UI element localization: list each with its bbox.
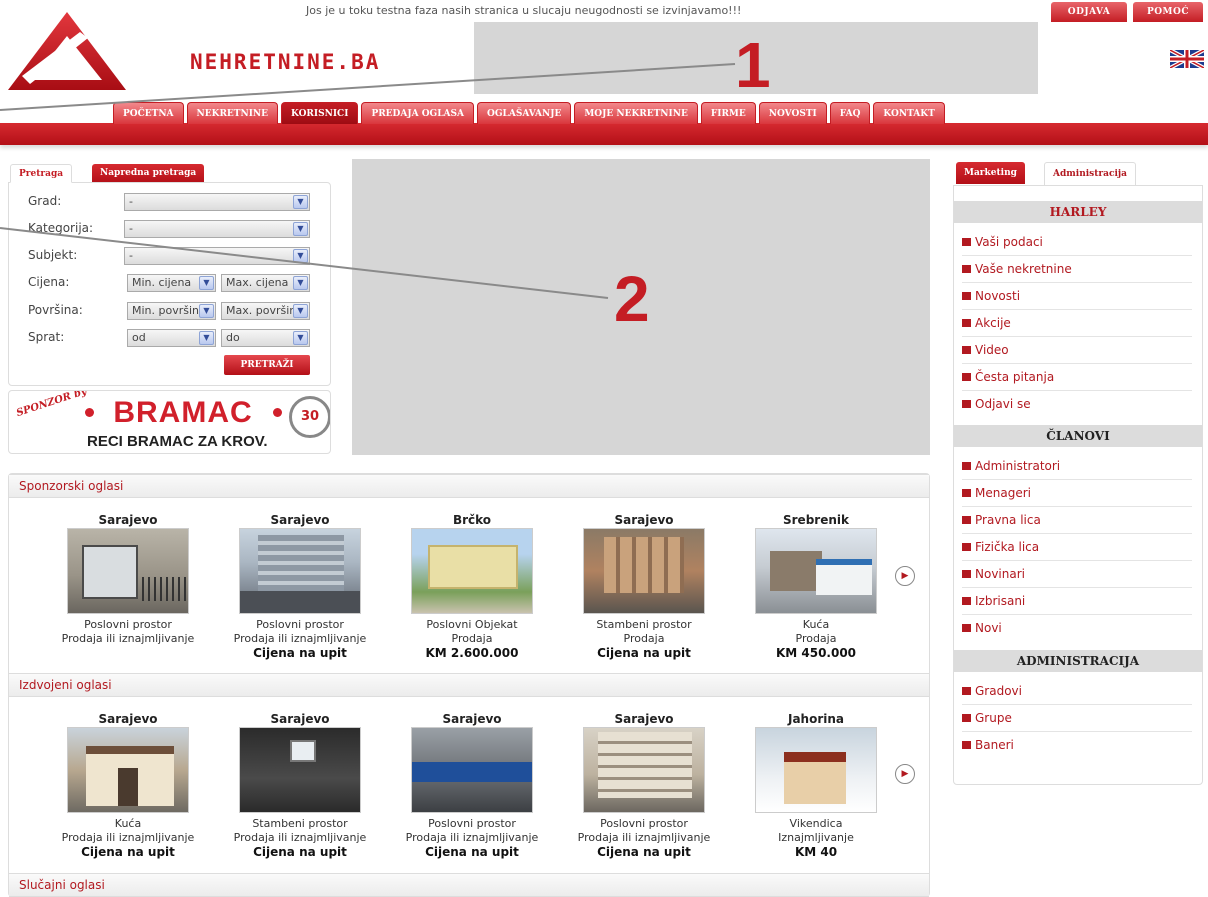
annotation-number: 2 <box>614 263 650 335</box>
annotation-number: 1 <box>735 29 771 101</box>
tab-basic-search[interactable]: Pretraga <box>10 164 73 183</box>
annotation-lines <box>0 63 736 299</box>
